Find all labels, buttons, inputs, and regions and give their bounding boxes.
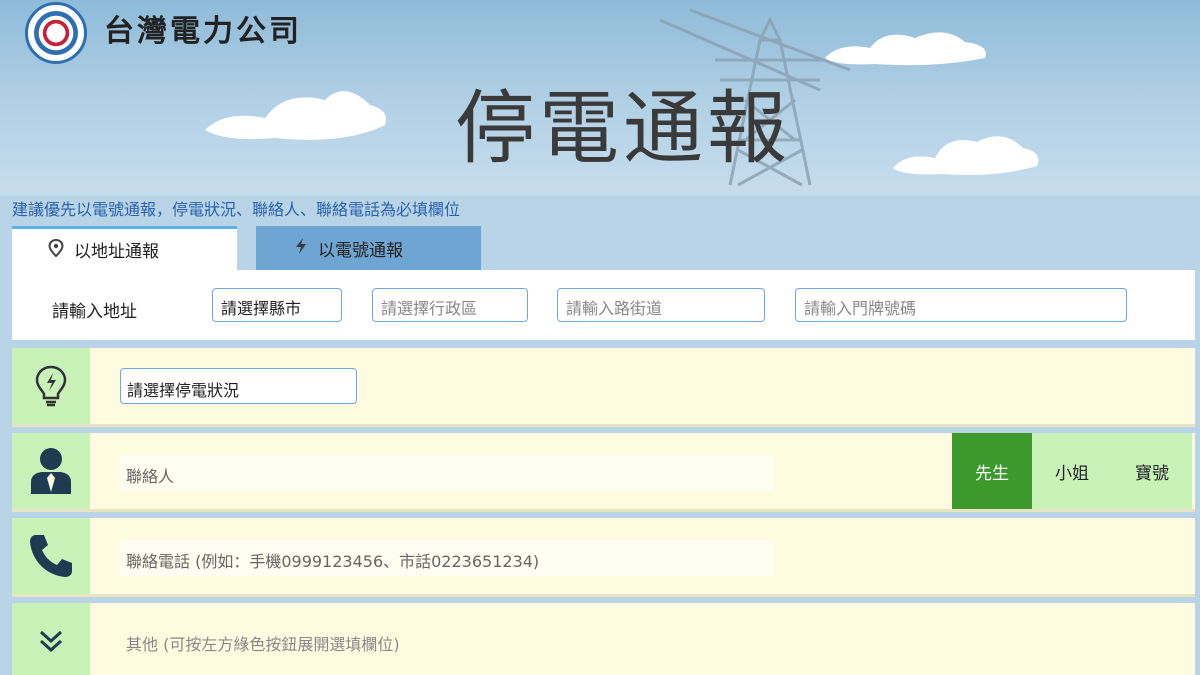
cloud-graphic bbox=[205, 91, 386, 140]
contact-row: 聯絡人 先生 小姐 寶號 bbox=[12, 433, 1195, 512]
tab-label: 以地址通報 bbox=[74, 242, 159, 262]
street-input[interactable]: 請輸入路街道 bbox=[557, 288, 765, 322]
address-label: 請輸入地址 bbox=[52, 302, 137, 322]
person-icon bbox=[12, 433, 90, 509]
location-pin-icon bbox=[48, 238, 64, 261]
lightbulb-icon bbox=[12, 348, 90, 424]
title-business-button[interactable]: 寶號 bbox=[1112, 433, 1192, 509]
other-row: 其他 (可按左方綠色按鈕展開選填欄位) bbox=[12, 603, 1195, 675]
page-title: 停電通報 bbox=[455, 82, 791, 175]
lightning-icon bbox=[294, 237, 308, 259]
tab-meter-report[interactable]: 以電號通報 bbox=[256, 226, 481, 270]
phone-row: 聯絡電話 (例如：手機0999123456、市話0223651234) bbox=[12, 518, 1195, 597]
outage-status-select[interactable]: 請選擇停電狀況 bbox=[120, 368, 357, 404]
contact-name-input[interactable]: 聯絡人 bbox=[120, 455, 773, 491]
tab-address-report[interactable]: 以地址通報 bbox=[12, 226, 237, 270]
county-select[interactable]: 請選擇縣市 bbox=[212, 288, 342, 322]
address-section: 請輸入地址 請選擇縣市 請選擇行政區 請輸入路街道 請輸入門牌號碼 bbox=[12, 270, 1195, 340]
house-number-input[interactable]: 請輸入門牌號碼 bbox=[795, 288, 1127, 322]
other-fields-label: 其他 (可按左方綠色按鈕展開選填欄位) bbox=[126, 635, 400, 654]
outage-status-row: 請選擇停電狀況 bbox=[12, 348, 1195, 427]
required-fields-hint: 建議優先以電號通報，停電狀況、聯絡人、聯絡電話為必填欄位 bbox=[12, 200, 461, 219]
tab-label: 以電號通報 bbox=[318, 240, 403, 261]
district-select[interactable]: 請選擇行政區 bbox=[372, 288, 528, 322]
title-mr-button[interactable]: 先生 bbox=[952, 433, 1032, 509]
phone-icon bbox=[12, 518, 90, 594]
company-name: 台灣電力公司 bbox=[104, 14, 302, 49]
double-chevron-down-icon[interactable] bbox=[12, 603, 90, 675]
header-banner: 台灣電力公司 停電通報 bbox=[0, 0, 1200, 195]
taipower-logo bbox=[25, 2, 87, 64]
title-ms-button[interactable]: 小姐 bbox=[1032, 433, 1112, 509]
phone-input[interactable]: 聯絡電話 (例如：手機0999123456、市話0223651234) bbox=[120, 540, 773, 576]
